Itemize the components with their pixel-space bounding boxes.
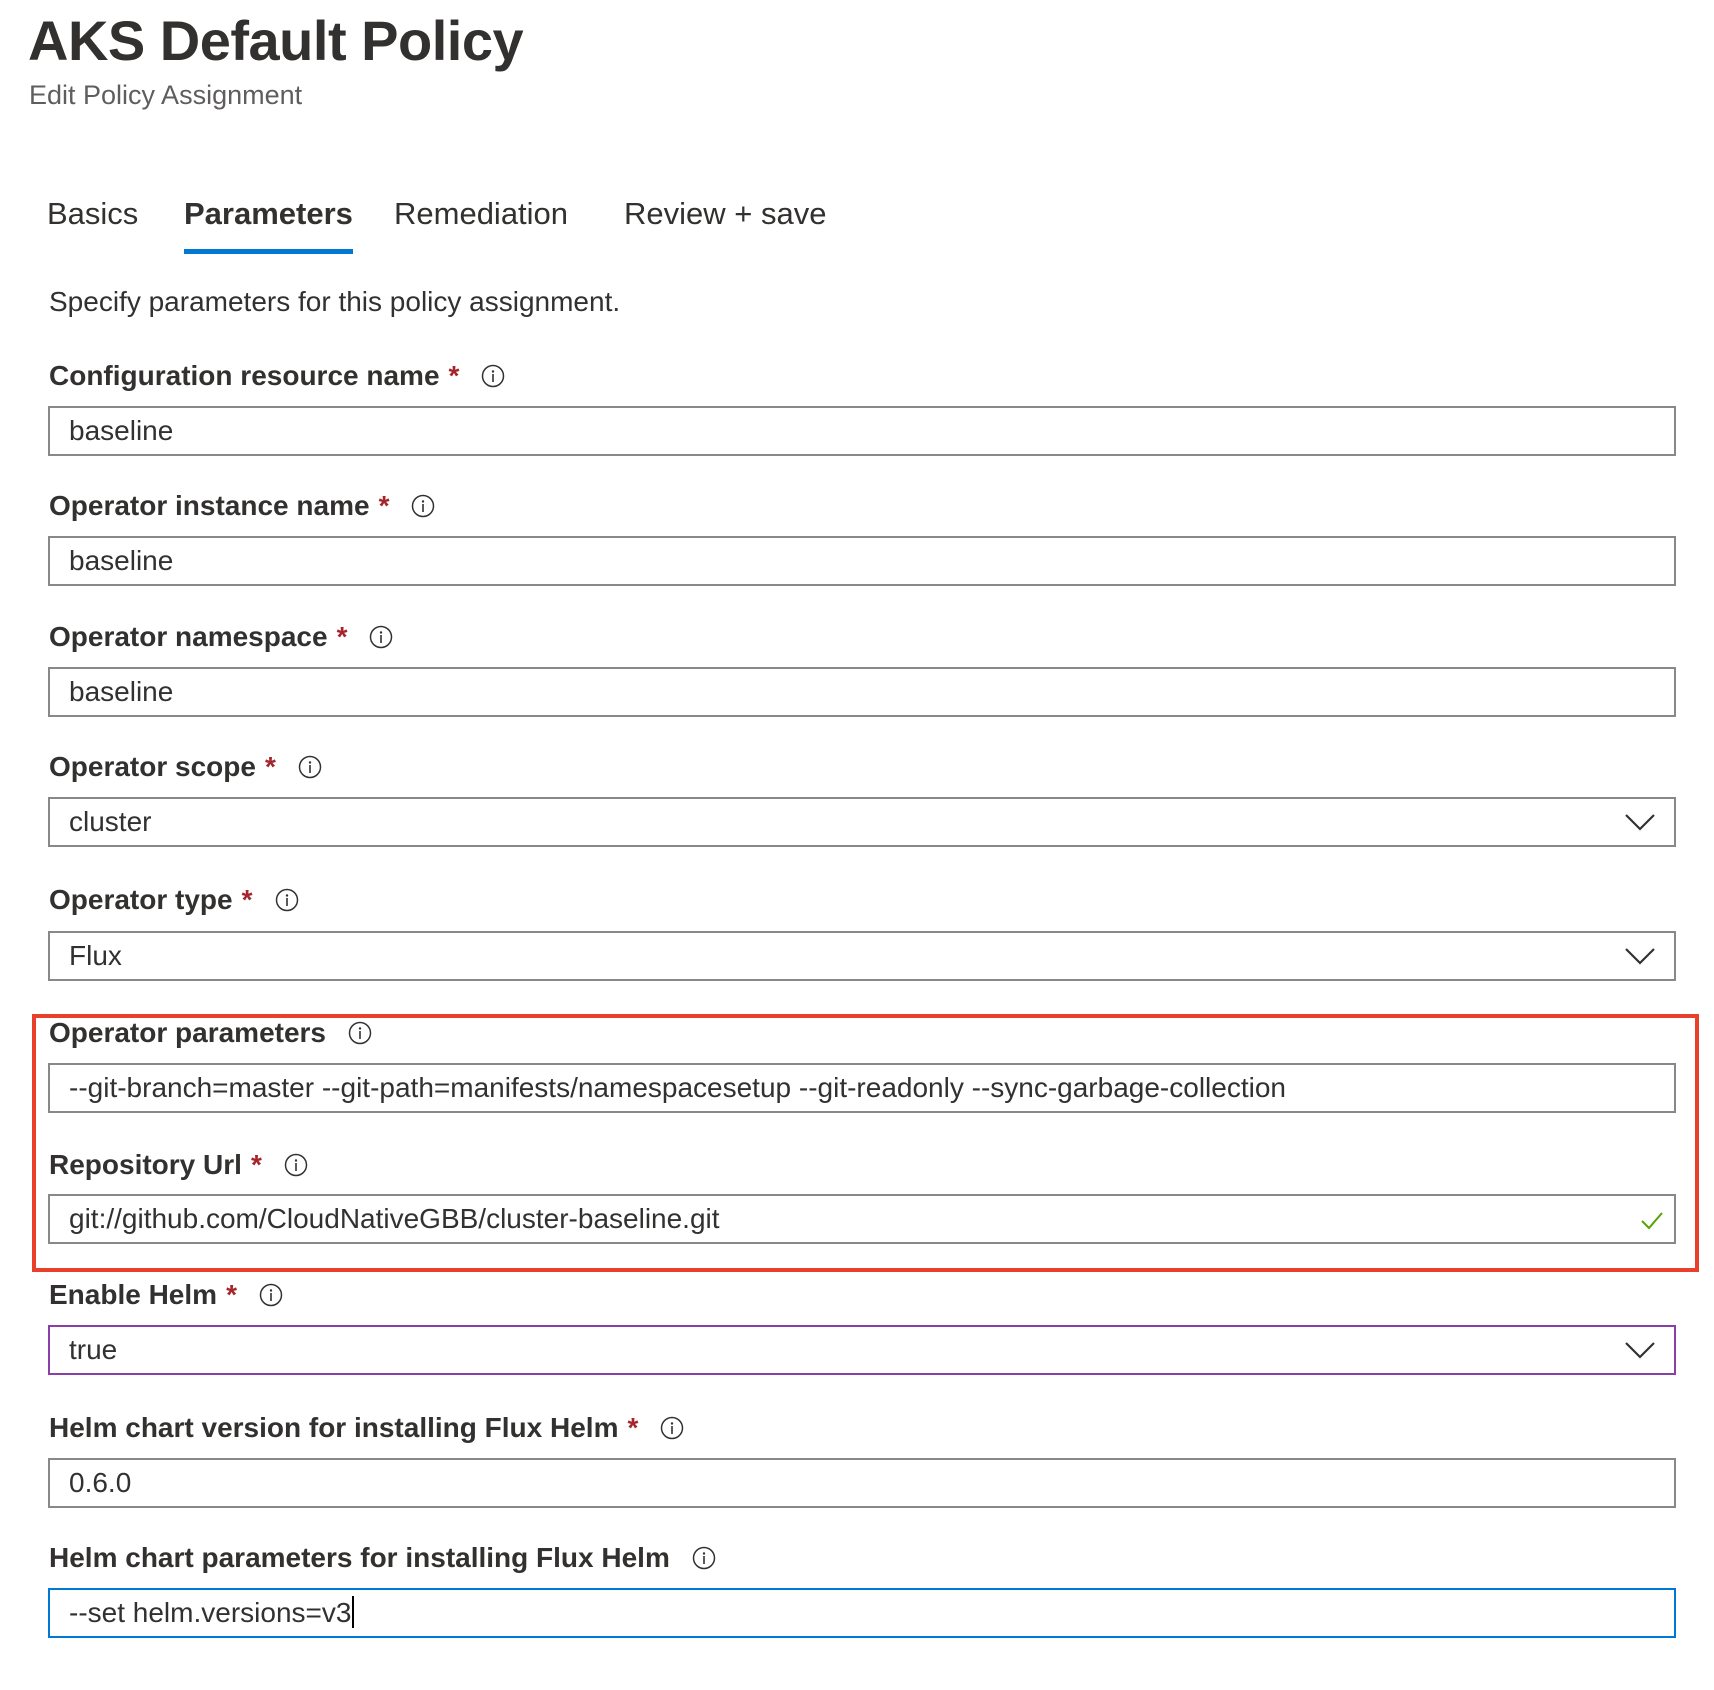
field-label-text: Helm chart parameters for installing Flu… — [49, 1542, 670, 1573]
operator-parameters-input[interactable]: --git-branch=master --git-path=manifests… — [48, 1063, 1676, 1113]
field-label-enable-helm: Enable Helm * — [49, 1279, 283, 1311]
tab-bar: Basics Parameters Remediation Review + s… — [0, 196, 900, 256]
info-icon[interactable] — [369, 624, 393, 649]
field-label-text: Configuration resource name — [49, 360, 440, 391]
tab-basics[interactable]: Basics — [47, 196, 138, 256]
required-marker: * — [336, 621, 348, 652]
chevron-down-icon — [1625, 814, 1655, 831]
required-marker: * — [448, 360, 460, 391]
field-label-operator-instance-name: Operator instance name * — [49, 490, 435, 522]
info-icon[interactable] — [298, 754, 322, 779]
field-label-text: Operator scope — [49, 751, 256, 782]
field-label-text: Operator namespace — [49, 621, 328, 652]
required-marker: * — [378, 490, 390, 521]
info-icon[interactable] — [481, 363, 505, 388]
chevron-down-icon — [1625, 948, 1655, 965]
field-label-text: Helm chart version for installing Flux H… — [49, 1412, 619, 1443]
tab-remediation[interactable]: Remediation — [394, 196, 568, 256]
dropdown-selected-value: cluster — [69, 806, 152, 837]
intro-text: Specify parameters for this policy assig… — [49, 286, 621, 317]
field-label-helm-chart-version: Helm chart version for installing Flux H… — [49, 1412, 684, 1444]
field-label-text: Repository Url — [49, 1149, 242, 1180]
info-icon[interactable] — [692, 1545, 716, 1570]
field-label-operator-scope: Operator scope * — [49, 751, 322, 783]
dropdown-selected-value: Flux — [69, 940, 122, 971]
field-label-text: Operator parameters — [49, 1017, 327, 1048]
repository-url-input[interactable]: git://github.com/CloudNativeGBB/cluster-… — [48, 1194, 1676, 1244]
operator-scope-dropdown[interactable]: cluster — [48, 797, 1676, 847]
info-icon[interactable] — [660, 1415, 684, 1440]
field-label-operator-namespace: Operator namespace * — [49, 621, 393, 653]
field-label-text: Enable Helm — [49, 1279, 218, 1310]
text-cursor — [352, 1596, 355, 1628]
helm-chart-parameters-input[interactable]: --set helm.versions=v3 — [48, 1588, 1676, 1638]
field-label-text: Operator instance name — [49, 490, 370, 521]
required-marker: * — [627, 1412, 639, 1443]
required-marker: * — [264, 751, 276, 782]
required-marker: * — [226, 1279, 237, 1310]
field-label-operator-type: Operator type * — [49, 884, 299, 916]
input-value: git://github.com/CloudNativeGBB/cluster-… — [69, 1203, 720, 1234]
info-icon[interactable] — [259, 1282, 283, 1307]
input-value: --set helm.versions=v3 — [69, 1597, 352, 1628]
required-marker: * — [241, 884, 253, 915]
page-title: AKS Default Policy — [28, 9, 524, 72]
tab-parameters-label: Parameters — [184, 196, 353, 231]
active-tab-indicator — [184, 249, 353, 254]
info-icon[interactable] — [348, 1020, 372, 1045]
field-label-helm-chart-parameters: Helm chart parameters for installing Flu… — [49, 1542, 716, 1574]
tab-parameters[interactable]: Parameters — [184, 196, 353, 256]
field-label-repository-url: Repository Url * — [49, 1149, 308, 1181]
checkmark-valid-icon — [1641, 1212, 1663, 1230]
info-icon[interactable] — [284, 1152, 308, 1177]
dropdown-selected-value: true — [69, 1334, 118, 1365]
info-icon[interactable] — [275, 887, 299, 912]
page-subtitle: Edit Policy Assignment — [29, 80, 303, 110]
tab-review-save[interactable]: Review + save — [624, 196, 826, 256]
configuration-resource-name-input[interactable]: baseline — [48, 406, 1676, 456]
chevron-down-icon — [1625, 1342, 1655, 1359]
required-marker: * — [250, 1149, 262, 1180]
operator-namespace-input[interactable]: baseline — [48, 667, 1676, 717]
info-icon[interactable] — [411, 493, 435, 518]
operator-type-dropdown[interactable]: Flux — [48, 931, 1676, 981]
field-label-configuration-resource-name: Configuration resource name * — [49, 360, 505, 392]
field-label-text: Operator type — [49, 884, 233, 915]
field-label-operator-parameters: Operator parameters — [49, 1017, 372, 1049]
helm-chart-version-input[interactable]: 0.6.0 — [48, 1458, 1676, 1508]
enable-helm-dropdown[interactable]: true — [48, 1325, 1676, 1375]
operator-instance-name-input[interactable]: baseline — [48, 536, 1676, 586]
